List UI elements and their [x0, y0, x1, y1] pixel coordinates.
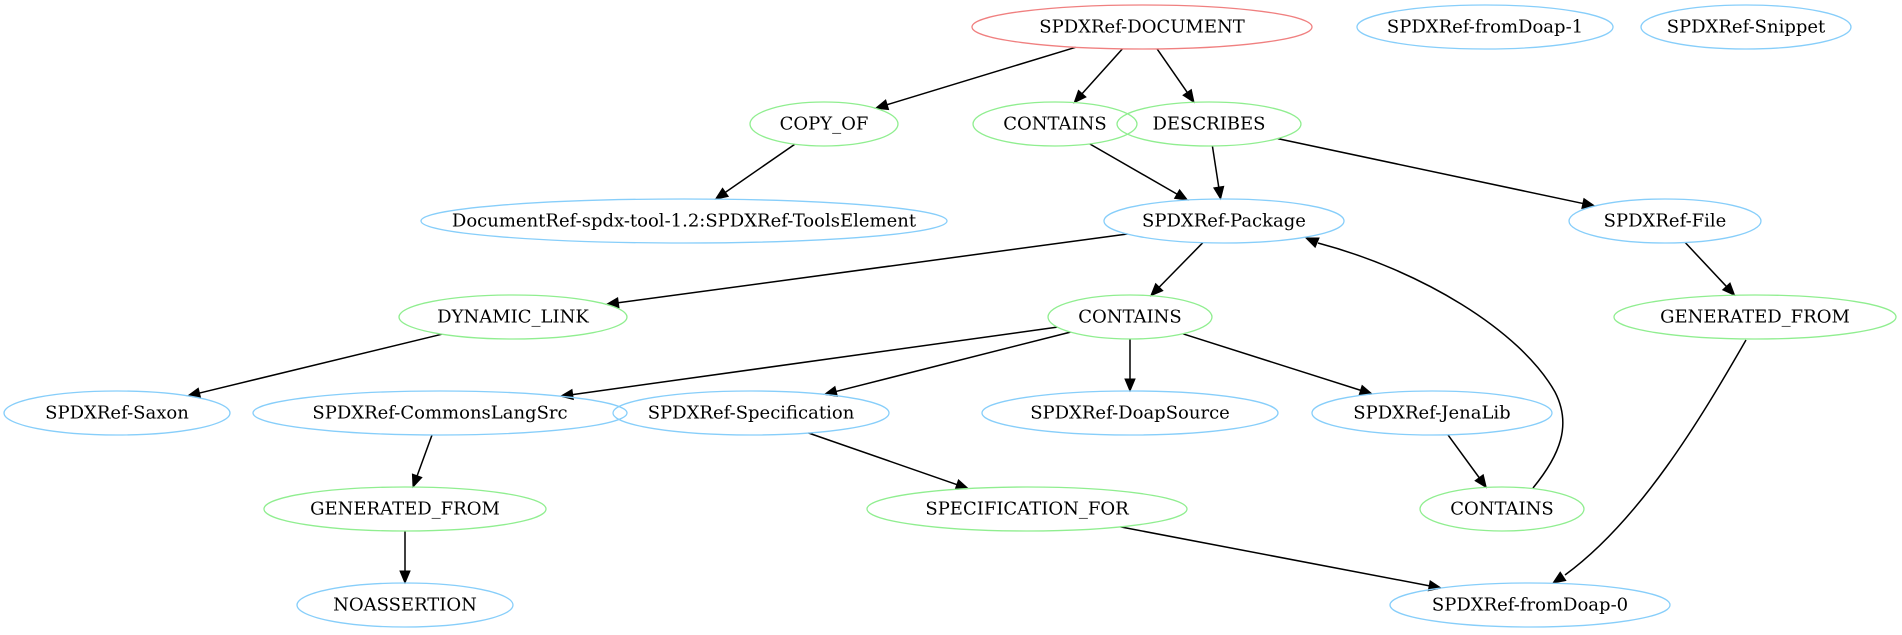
node-specFor[interactable]: SPECIFICATION_FOR [866, 486, 1188, 532]
node-noAssertion[interactable]: NOASSERTION [296, 582, 514, 628]
edge-package-to-dynamicLink [605, 233, 1128, 309]
edge-line [885, 46, 1076, 106]
node-fromDoap1[interactable]: SPDXRef-fromDoap-1 [1356, 4, 1614, 50]
edge-contains1-to-package [1089, 143, 1189, 201]
arrowhead-icon [714, 187, 730, 200]
edge-commonsLang-to-generatedFrom2 [411, 434, 433, 489]
node-label: SPDXRef-DoapSource [1030, 403, 1230, 424]
node-saxon[interactable]: SPDXRef-Saxon [3, 390, 231, 436]
node-label: SPDXRef-CommonsLangSrc [312, 403, 567, 424]
edge-doc-to-contains1 [1073, 48, 1123, 104]
edge-jenaLib-to-contains3 [1447, 434, 1488, 489]
node-specification[interactable]: SPDXRef-Specification [612, 390, 890, 436]
node-contains2[interactable]: CONTAINS [1047, 294, 1213, 340]
arrowhead-icon [399, 570, 411, 585]
edge-line [1156, 48, 1189, 94]
node-label: CONTAINS [1078, 307, 1182, 328]
node-file[interactable]: SPDXRef-File [1568, 198, 1762, 244]
node-commonsLang[interactable]: SPDXRef-CommonsLangSrc [252, 390, 628, 436]
node-jenaLib[interactable]: SPDXRef-JenaLib [1311, 390, 1553, 436]
node-label: SPDXRef-JenaLib [1353, 403, 1510, 424]
edge-line [1080, 48, 1123, 95]
edge-specification-to-specFor [808, 432, 970, 490]
arrowhead-icon [559, 388, 574, 401]
node-label: CONTAINS [1003, 114, 1107, 135]
arrowhead-icon [1551, 571, 1567, 584]
node-label: SPDXRef-fromDoap-1 [1387, 17, 1583, 38]
node-label: SPDXRef-Snippet [1667, 17, 1826, 38]
arrowhead-icon [1182, 88, 1195, 104]
edge-generatedFrom2-to-noAssertion [399, 531, 411, 585]
edge-line [1317, 242, 1564, 489]
node-contains1[interactable]: CONTAINS [972, 101, 1138, 147]
edge-line [1157, 242, 1204, 289]
edge-specFor-to-fromDoap0 [1120, 526, 1443, 592]
edge-line [724, 143, 796, 194]
arrowhead-icon [1173, 188, 1189, 201]
edge-describes-to-file [1277, 137, 1596, 210]
edge-doc-to-describes [1156, 48, 1195, 104]
edge-line [1211, 145, 1220, 189]
node-label: DESCRIBES [1152, 114, 1265, 135]
edge-line [1120, 526, 1431, 587]
node-label: DocumentRef-spdx-tool-1.2:SPDXRef-ToolsE… [452, 211, 917, 232]
edge-line [808, 432, 959, 486]
node-label: NOASSERTION [333, 595, 477, 616]
relationship-graph: SPDXRef-DOCUMENT SPDXRef-fromDoap-1 SPDXRe… [3, 4, 1897, 628]
edge-contains2-to-commonsLang [559, 326, 1058, 401]
node-fromDoap0[interactable]: SPDXRef-fromDoap-0 [1389, 582, 1671, 628]
arrowhead-icon [954, 479, 970, 490]
edge-line [1564, 339, 1747, 576]
edge-line [1277, 137, 1585, 205]
edge-line [571, 326, 1058, 396]
node-label: SPECIFICATION_FOR [925, 499, 1129, 520]
node-label: GENERATED_FROM [1660, 307, 1850, 328]
node-toolsElement[interactable]: DocumentRef-spdx-tool-1.2:SPDXRef-ToolsE… [420, 198, 948, 244]
node-snippet[interactable]: SPDXRef-Snippet [1640, 4, 1852, 50]
edge-line [1182, 333, 1362, 392]
node-label: CONTAINS [1450, 499, 1554, 520]
edge-line [1447, 434, 1481, 479]
node-label: SPDXRef-DOCUMENT [1039, 17, 1244, 38]
node-describes[interactable]: DESCRIBES [1116, 101, 1302, 147]
edge-line [416, 434, 433, 477]
edge-copyOf-to-toolsElement [714, 143, 796, 200]
arrowhead-icon [874, 99, 890, 111]
node-label: SPDXRef-File [1604, 211, 1727, 232]
edge-file-to-generatedFrom1 [1684, 241, 1736, 297]
node-label: SPDXRef-Specification [648, 403, 855, 424]
node-label: GENERATED_FROM [310, 499, 500, 520]
edge-dynamicLink-to-saxon [186, 333, 443, 399]
node-doc[interactable]: SPDXRef-DOCUMENT [971, 4, 1313, 50]
node-dynamicLink[interactable]: DYNAMIC_LINK [398, 294, 628, 340]
node-copyOf[interactable]: COPY_OF [749, 101, 899, 147]
edge-line [1089, 143, 1179, 196]
edge-generatedFrom1-to-fromDoap0 [1551, 339, 1747, 584]
node-label: DYNAMIC_LINK [437, 307, 589, 328]
edge-describes-to-package [1211, 145, 1225, 201]
arrowhead-icon [1304, 237, 1320, 249]
arrowhead-icon [1124, 378, 1136, 393]
node-generatedFrom2[interactable]: GENERATED_FROM [263, 486, 547, 532]
edge-contains3-to-package [1304, 237, 1564, 489]
edge-line [617, 233, 1128, 304]
node-label: SPDXRef-Package [1142, 211, 1306, 232]
arrowhead-icon [1474, 473, 1488, 489]
edge-doc-to-copyOf [874, 46, 1076, 111]
edge-line [1684, 241, 1728, 288]
node-package[interactable]: SPDXRef-Package [1103, 198, 1345, 244]
node-label: SPDXRef-Saxon [45, 403, 189, 424]
node-contains3[interactable]: CONTAINS [1419, 486, 1585, 532]
edge-contains2-to-jenaLib [1182, 333, 1374, 396]
node-doapSource[interactable]: SPDXRef-DoapSource [981, 390, 1279, 436]
edge-line [198, 333, 443, 395]
node-label: SPDXRef-fromDoap-0 [1432, 595, 1628, 616]
edge-package-to-contains2 [1149, 242, 1204, 297]
node-label: COPY_OF [780, 114, 869, 135]
arrowhead-icon [411, 473, 423, 489]
edge-contains2-to-doapSource [1124, 339, 1136, 393]
arrowhead-icon [1213, 185, 1225, 201]
node-generatedFrom1[interactable]: GENERATED_FROM [1613, 294, 1897, 340]
